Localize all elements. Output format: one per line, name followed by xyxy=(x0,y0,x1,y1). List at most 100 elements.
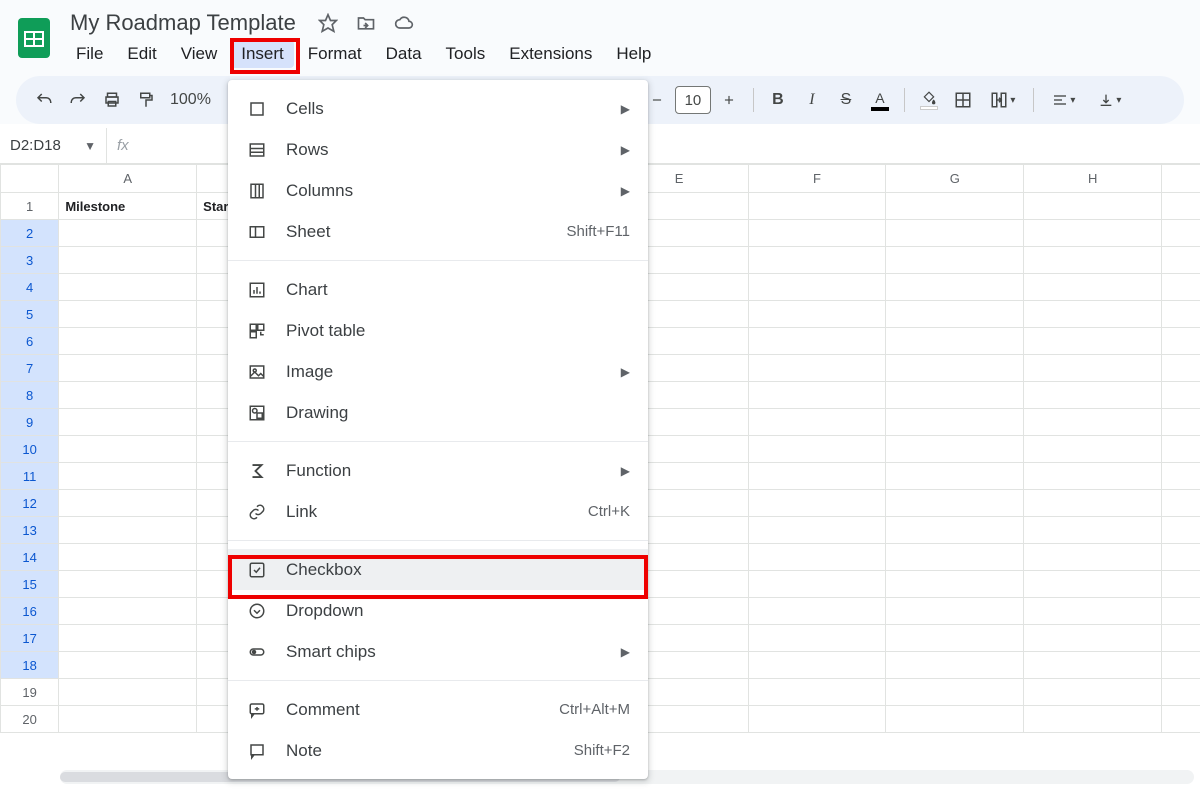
cell[interactable] xyxy=(59,301,197,328)
row-header[interactable]: 15 xyxy=(1,571,59,598)
undo-button[interactable] xyxy=(28,84,60,116)
cell[interactable] xyxy=(59,382,197,409)
menu-item-dropdown[interactable]: Dropdown xyxy=(228,590,648,631)
menu-help[interactable]: Help xyxy=(606,40,661,68)
cell[interactable] xyxy=(59,490,197,517)
menu-insert[interactable]: Insert xyxy=(231,40,294,68)
cell[interactable] xyxy=(1024,355,1162,382)
menu-item-columns[interactable]: Columns▶ xyxy=(228,170,648,211)
cell[interactable] xyxy=(886,301,1024,328)
row-header[interactable]: 14 xyxy=(1,544,59,571)
menu-item-function[interactable]: Function▶ xyxy=(228,450,648,491)
paint-format-button[interactable] xyxy=(130,84,162,116)
cell[interactable] xyxy=(1162,274,1200,301)
cell[interactable] xyxy=(59,652,197,679)
cell[interactable] xyxy=(1162,193,1200,220)
row-header[interactable]: 12 xyxy=(1,490,59,517)
cell[interactable] xyxy=(1024,679,1162,706)
cell[interactable] xyxy=(748,328,886,355)
menu-item-drawing[interactable]: Drawing xyxy=(228,392,648,433)
cell[interactable] xyxy=(1024,301,1162,328)
column-header-I[interactable]: I xyxy=(1162,165,1200,193)
name-box[interactable]: D2:D18 ▼ xyxy=(0,137,106,154)
cell[interactable] xyxy=(886,355,1024,382)
menu-item-comment[interactable]: CommentCtrl+Alt+M xyxy=(228,689,648,730)
cell[interactable] xyxy=(748,382,886,409)
cell[interactable] xyxy=(1024,409,1162,436)
row-header[interactable]: 11 xyxy=(1,463,59,490)
menu-item-smart-chips[interactable]: Smart chips▶ xyxy=(228,631,648,672)
menu-item-pivot-table[interactable]: Pivot table xyxy=(228,310,648,351)
row-header[interactable]: 16 xyxy=(1,598,59,625)
menu-file[interactable]: File xyxy=(66,40,113,68)
horizontal-align-button[interactable]: ▾ xyxy=(1042,84,1086,116)
cell[interactable] xyxy=(1024,193,1162,220)
bold-button[interactable]: B xyxy=(762,84,794,116)
row-header[interactable]: 10 xyxy=(1,436,59,463)
text-color-button[interactable]: A xyxy=(864,84,896,116)
row-header[interactable]: 19 xyxy=(1,679,59,706)
vertical-align-button[interactable]: ▾ xyxy=(1088,84,1132,116)
cell[interactable]: Milestone xyxy=(59,193,197,220)
cell[interactable] xyxy=(59,247,197,274)
cell[interactable] xyxy=(886,517,1024,544)
cell[interactable] xyxy=(748,247,886,274)
cell[interactable] xyxy=(748,571,886,598)
cell[interactable] xyxy=(1024,652,1162,679)
cell[interactable] xyxy=(748,517,886,544)
cell[interactable] xyxy=(886,544,1024,571)
cell[interactable] xyxy=(886,220,1024,247)
cell[interactable] xyxy=(1024,598,1162,625)
cell[interactable] xyxy=(1162,301,1200,328)
menu-format[interactable]: Format xyxy=(298,40,372,68)
cell[interactable] xyxy=(1162,220,1200,247)
cell[interactable] xyxy=(886,382,1024,409)
font-size-input[interactable] xyxy=(675,86,711,114)
menu-item-rows[interactable]: Rows▶ xyxy=(228,129,648,170)
cell[interactable] xyxy=(886,490,1024,517)
cell[interactable] xyxy=(59,436,197,463)
cell[interactable] xyxy=(886,625,1024,652)
cell[interactable] xyxy=(1162,247,1200,274)
row-header[interactable]: 13 xyxy=(1,517,59,544)
cell[interactable] xyxy=(59,463,197,490)
menu-item-checkbox[interactable]: Checkbox xyxy=(228,549,648,590)
cell[interactable] xyxy=(886,571,1024,598)
cell[interactable] xyxy=(1162,625,1200,652)
row-header[interactable]: 1 xyxy=(1,193,59,220)
menu-data[interactable]: Data xyxy=(376,40,432,68)
row-header[interactable]: 9 xyxy=(1,409,59,436)
cell[interactable] xyxy=(748,355,886,382)
borders-button[interactable] xyxy=(947,84,979,116)
cell[interactable] xyxy=(748,625,886,652)
select-all-corner[interactable] xyxy=(1,165,59,193)
cell[interactable] xyxy=(1024,436,1162,463)
cell[interactable] xyxy=(748,301,886,328)
sheets-logo[interactable] xyxy=(16,16,52,60)
print-button[interactable] xyxy=(96,84,128,116)
cell[interactable] xyxy=(886,679,1024,706)
cell[interactable] xyxy=(748,409,886,436)
row-header[interactable]: 5 xyxy=(1,301,59,328)
cell[interactable] xyxy=(886,436,1024,463)
menu-item-chart[interactable]: Chart xyxy=(228,269,648,310)
cell[interactable] xyxy=(59,544,197,571)
font-size-increase[interactable] xyxy=(713,84,745,116)
menu-edit[interactable]: Edit xyxy=(117,40,166,68)
cell[interactable] xyxy=(59,625,197,652)
move-icon[interactable] xyxy=(356,13,376,33)
cell[interactable] xyxy=(59,409,197,436)
cell[interactable] xyxy=(1162,706,1200,733)
strikethrough-button[interactable]: S xyxy=(830,84,862,116)
cell[interactable] xyxy=(748,463,886,490)
cell[interactable] xyxy=(748,598,886,625)
redo-button[interactable] xyxy=(62,84,94,116)
cell[interactable] xyxy=(1024,625,1162,652)
cell[interactable] xyxy=(748,274,886,301)
cell[interactable] xyxy=(1162,517,1200,544)
cell[interactable] xyxy=(59,598,197,625)
column-header-G[interactable]: G xyxy=(886,165,1024,193)
column-header-F[interactable]: F xyxy=(748,165,886,193)
row-header[interactable]: 3 xyxy=(1,247,59,274)
cell[interactable] xyxy=(59,328,197,355)
